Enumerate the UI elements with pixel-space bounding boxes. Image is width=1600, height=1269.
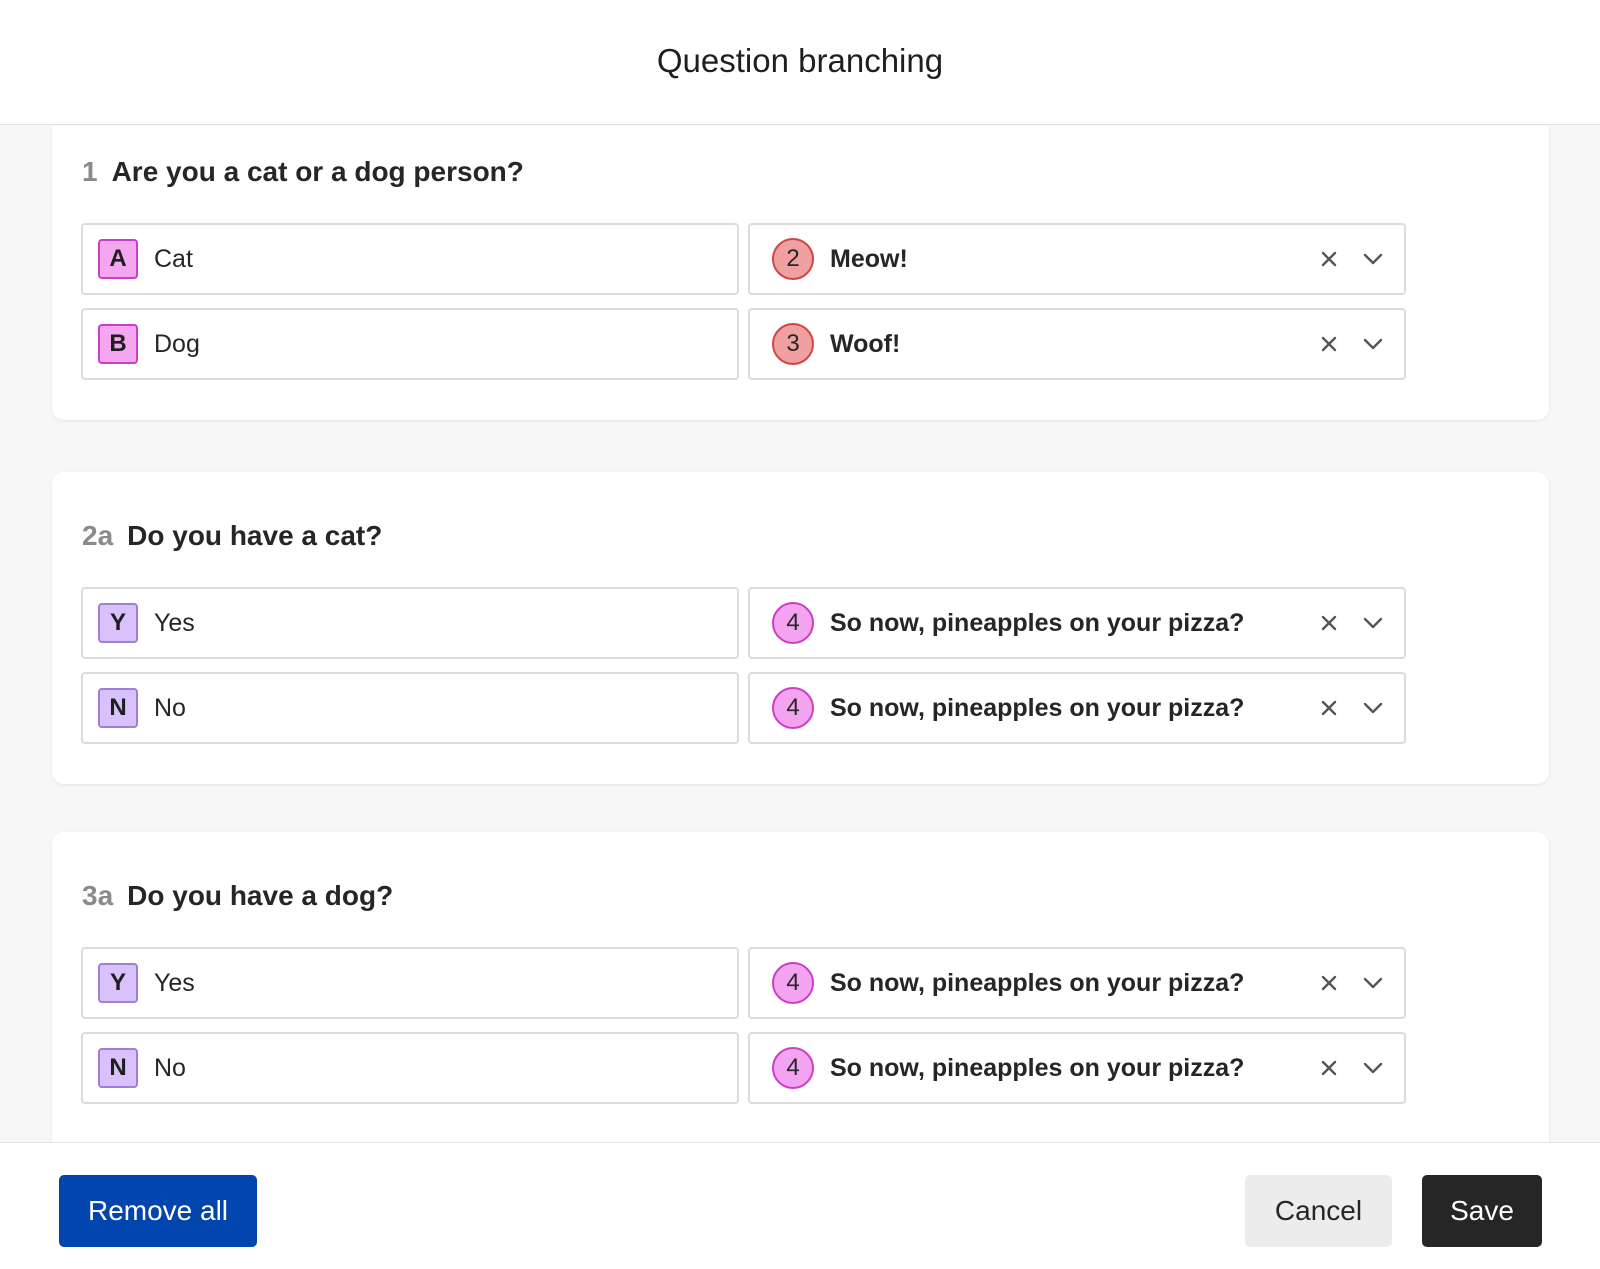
cancel-button[interactable]: Cancel — [1245, 1175, 1392, 1247]
target-question-label: So now, pineapples on your pizza? — [830, 1053, 1245, 1082]
answer-label: Cat — [154, 244, 193, 273]
question-title: 3a Do you have a dog? — [82, 880, 393, 912]
jump-to-select[interactable]: 4 So now, pineapples on your pizza? — [748, 587, 1406, 659]
answer-label: No — [154, 693, 186, 722]
answer-field: B Dog — [81, 308, 739, 380]
modal-footer: Remove all Cancel Save — [0, 1142, 1600, 1269]
answer-row: Y Yes 4 So now, pineapples on your pizza… — [81, 587, 1413, 659]
target-question-label: So now, pineapples on your pizza? — [830, 693, 1245, 722]
chevron-down-icon[interactable] — [1362, 612, 1384, 634]
answer-label: Yes — [154, 608, 195, 637]
target-question-number: 2 — [772, 238, 814, 280]
chevron-down-icon[interactable] — [1362, 248, 1384, 270]
target-question-number: 4 — [772, 962, 814, 1004]
target-question-number: 3 — [772, 323, 814, 365]
answer-field: A Cat — [81, 223, 739, 295]
answer-row: B Dog 3 Woof! — [81, 308, 1413, 380]
close-icon[interactable] — [1318, 612, 1340, 634]
close-icon[interactable] — [1318, 1057, 1340, 1079]
answer-key: N — [98, 688, 138, 728]
answer-key: A — [98, 239, 138, 279]
answer-field: N No — [81, 672, 739, 744]
close-icon[interactable] — [1318, 972, 1340, 994]
modal-header: Question branching — [0, 0, 1600, 125]
jump-to-select[interactable]: 2 Meow! — [748, 223, 1406, 295]
answer-label: No — [154, 1053, 186, 1082]
answer-field: Y Yes — [81, 587, 739, 659]
question-text: Do you have a dog? — [127, 880, 394, 911]
target-question-number: 4 — [772, 602, 814, 644]
question-title: 1 Are you a cat or a dog person? — [82, 156, 524, 188]
answer-key: Y — [98, 963, 138, 1003]
save-button[interactable]: Save — [1422, 1175, 1542, 1247]
answer-row: A Cat 2 Meow! — [81, 223, 1413, 295]
answer-row: N No 4 So now, pineapples on your pizza? — [81, 1032, 1413, 1104]
target-question-label: Meow! — [830, 244, 908, 273]
question-number: 3a — [82, 880, 114, 911]
target-question-label: So now, pineapples on your pizza? — [830, 968, 1245, 997]
branching-content[interactable]: 1 Are you a cat or a dog person? A Cat 2 … — [0, 126, 1600, 1142]
target-question-label: So now, pineapples on your pizza? — [830, 608, 1245, 637]
question-text: Do you have a cat? — [127, 520, 383, 551]
question-text: Are you a cat or a dog person? — [111, 156, 524, 187]
answer-label: Yes — [154, 968, 195, 997]
question-number: 2a — [82, 520, 114, 551]
close-icon[interactable] — [1318, 697, 1340, 719]
close-icon[interactable] — [1318, 333, 1340, 355]
target-question-number: 4 — [772, 1047, 814, 1089]
answer-row: N No 4 So now, pineapples on your pizza? — [81, 672, 1413, 744]
question-card-3a: 3a Do you have a dog? Y Yes 4 So now, pin… — [52, 832, 1549, 1142]
answer-row: Y Yes 4 So now, pineapples on your pizza… — [81, 947, 1413, 1019]
jump-to-select[interactable]: 4 So now, pineapples on your pizza? — [748, 672, 1406, 744]
answer-field: N No — [81, 1032, 739, 1104]
question-number: 1 — [82, 156, 98, 187]
chevron-down-icon[interactable] — [1362, 333, 1384, 355]
answer-label: Dog — [154, 329, 200, 358]
answer-field: Y Yes — [81, 947, 739, 1019]
chevron-down-icon[interactable] — [1362, 697, 1384, 719]
question-card-1: 1 Are you a cat or a dog person? A Cat 2 … — [52, 126, 1549, 420]
jump-to-select[interactable]: 4 So now, pineapples on your pizza? — [748, 947, 1406, 1019]
answer-key: N — [98, 1048, 138, 1088]
close-icon[interactable] — [1318, 248, 1340, 270]
page-title: Question branching — [656, 42, 944, 79]
question-title: 2a Do you have a cat? — [82, 520, 382, 552]
target-question-number: 4 — [772, 687, 814, 729]
answer-key: Y — [98, 603, 138, 643]
chevron-down-icon[interactable] — [1362, 1057, 1384, 1079]
jump-to-select[interactable]: 3 Woof! — [748, 308, 1406, 380]
jump-to-select[interactable]: 4 So now, pineapples on your pizza? — [748, 1032, 1406, 1104]
question-card-2a: 2a Do you have a cat? Y Yes 4 So now, pin… — [52, 472, 1549, 784]
chevron-down-icon[interactable] — [1362, 972, 1384, 994]
answer-key: B — [98, 324, 138, 364]
remove-all-button[interactable]: Remove all — [59, 1175, 257, 1247]
target-question-label: Woof! — [830, 329, 901, 358]
